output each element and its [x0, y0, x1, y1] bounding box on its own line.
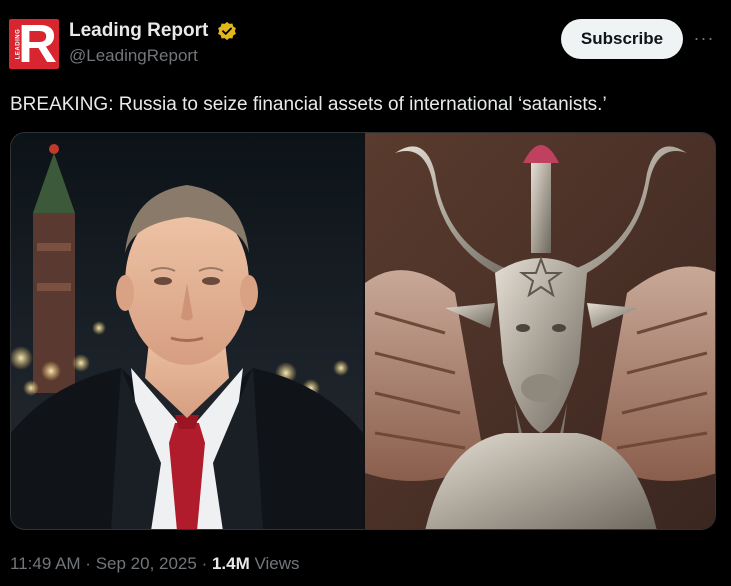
media-image-right[interactable] [365, 133, 715, 529]
views-count: 1.4M [211, 554, 250, 573]
meta-separator: · [80, 554, 96, 573]
meta-separator-2: · [196, 554, 212, 573]
portrait-photo [11, 133, 363, 529]
tweet-time[interactable]: 11:49 AM [10, 554, 81, 573]
handle[interactable]: @LeadingReport [69, 46, 237, 66]
media-container[interactable] [10, 132, 716, 530]
verified-badge-icon[interactable] [217, 21, 237, 41]
avatar[interactable]: LEADING R [9, 19, 59, 69]
views-label: Views [254, 554, 300, 573]
tweet: LEADING R Leading Report @LeadingReport … [0, 0, 731, 586]
media-image-left[interactable] [11, 133, 363, 529]
tweet-meta: 11:49 AM · Sep 20, 2025 · 1.4M Views [10, 554, 300, 574]
author-block: Leading Report @LeadingReport [69, 20, 237, 66]
display-name[interactable]: Leading Report [69, 20, 208, 42]
avatar-letter: R [18, 19, 57, 69]
more-options-icon[interactable]: ··· [690, 26, 718, 54]
subscribe-button[interactable]: Subscribe [561, 19, 683, 59]
statue-photo [365, 133, 715, 529]
tweet-date[interactable]: Sep 20, 2025 [96, 554, 197, 573]
tweet-text: BREAKING: Russia to seize financial asse… [10, 94, 607, 115]
